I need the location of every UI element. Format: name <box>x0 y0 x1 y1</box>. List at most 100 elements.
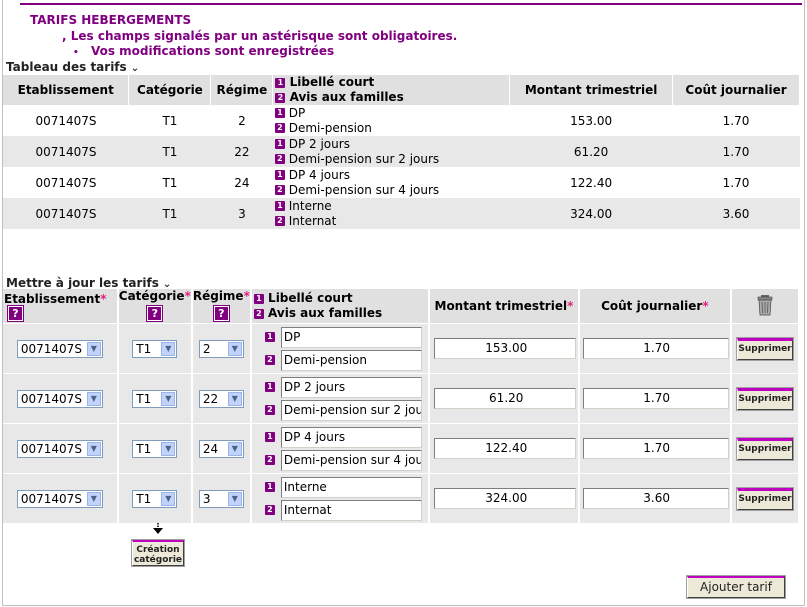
cell-libelle-avis: 1 Interne 2 Internat <box>272 198 510 229</box>
regime-select[interactable]: 22 ▼ <box>198 389 244 408</box>
categorie-select-value: T1 <box>136 391 152 406</box>
montant-input[interactable]: 324.00 <box>434 488 577 509</box>
chevron-down-icon[interactable]: ▼ <box>86 341 101 356</box>
categorie-select[interactable]: T1 ▼ <box>132 339 178 358</box>
regime-select[interactable]: 3 ▼ <box>198 489 244 508</box>
regime-select-value: 24 <box>202 441 219 456</box>
maj-col-etablissement-label: Etablissement <box>4 291 101 306</box>
cout-input[interactable]: 3.60 <box>582 488 729 509</box>
cell-libelle-avis: 1 DP 2 Demi-pension <box>273 105 510 136</box>
table-row: 0071407S ▼ T1 ▼ 22 ▼ 1 DP 2 jours 2 Demi-pens… <box>3 373 800 424</box>
badge-1-icon: 1 <box>253 293 264 304</box>
table-row: 0071407S T1 22 1 DP 2 jours 2 Demi-pensi… <box>3 136 800 167</box>
saved-note-text: Vos modifications sont enregistrées <box>90 44 335 58</box>
delete-button[interactable]: Supprimer <box>736 386 795 411</box>
categorie-select-value: T1 <box>136 441 152 456</box>
table-row: 0071407S ▼ T1 ▼ 24 ▼ 1 DP 4 jours 2 Demi-pens… <box>3 423 800 474</box>
regime-select[interactable]: 2 ▼ <box>198 339 244 358</box>
saved-note: • Vos modifications sont enregistrées <box>73 44 334 58</box>
libelle-input[interactable]: DP 2 jours <box>280 376 422 398</box>
chevron-down-icon[interactable]: ▼ <box>227 491 242 506</box>
add-tarif-button[interactable]: Ajouter tarif <box>686 575 786 599</box>
categorie-select[interactable]: T1 ▼ <box>132 439 178 458</box>
maj-col-montant: Montant trimestriel* <box>429 289 580 324</box>
avis-input[interactable]: Internat <box>280 499 422 521</box>
delete-button[interactable]: Supprimer <box>736 436 795 461</box>
col-regime: Régime <box>210 75 274 105</box>
cell-libelle: DP 4 jours <box>288 167 350 182</box>
cell-categorie: T1 ▼ <box>117 473 193 523</box>
col-avis: Avis aux familles <box>289 90 404 104</box>
chevron-down-icon[interactable]: ▼ <box>227 441 242 456</box>
cell-etablissement: 0071407S ▼ <box>3 423 119 474</box>
libelle-input[interactable]: Interne <box>280 476 422 498</box>
help-icon[interactable]: ? <box>7 304 24 322</box>
chevron-down-icon[interactable]: ▼ <box>86 491 101 506</box>
creation-categorie-label-2: catégorie <box>133 555 183 565</box>
chevron-down-icon[interactable]: ▼ <box>86 391 101 406</box>
etablissement-select[interactable]: 0071407S ▼ <box>16 339 103 358</box>
cell-delete: Supprimer <box>731 473 800 523</box>
help-icon[interactable]: ? <box>146 305 164 322</box>
tableau-section-title[interactable]: Tableau des tarifs ⌄ <box>6 60 139 74</box>
avis-input[interactable]: Demi-pension <box>280 349 422 371</box>
categorie-select[interactable]: T1 ▼ <box>132 489 178 508</box>
cell-cout: 3.60 <box>578 473 733 523</box>
chevron-down-icon[interactable]: ▼ <box>161 341 176 356</box>
etablissement-select[interactable]: 0071407S ▼ <box>16 389 103 408</box>
delete-button[interactable]: Supprimer <box>736 486 795 511</box>
chevron-down-icon[interactable]: ▼ <box>161 391 176 406</box>
cout-input[interactable]: 1.70 <box>582 388 729 409</box>
montant-input[interactable]: 61.20 <box>434 388 577 409</box>
libelle-input[interactable]: DP <box>280 326 422 348</box>
tarifs-table-header: Etablissement Catégorie Régime 1 Libellé… <box>3 75 800 105</box>
regime-select-value: 2 <box>202 341 211 356</box>
regime-select[interactable]: 24 ▼ <box>198 439 244 458</box>
chevron-down-icon[interactable]: ▼ <box>227 341 242 356</box>
avis-input[interactable]: Demi-pension sur 2 jours <box>280 399 422 421</box>
etablissement-select[interactable]: 0071407S ▼ <box>16 489 103 508</box>
badge-2-icon: 2 <box>264 355 275 365</box>
creation-categorie-button[interactable]: Création catégorie <box>131 539 185 567</box>
required-asterisk: * <box>100 291 107 306</box>
col-montant: Montant trimestriel <box>509 75 674 105</box>
bullet-comma-icon: , <box>62 29 67 43</box>
chevron-down-icon[interactable]: ▼ <box>161 491 176 506</box>
delete-button[interactable]: Supprimer <box>736 336 795 361</box>
cell-libelle-avis: 1 DP 2 Demi-pension <box>250 323 431 374</box>
help-icon[interactable]: ? <box>212 305 230 322</box>
montant-input[interactable]: 122.40 <box>434 438 577 459</box>
col-categorie: Catégorie <box>128 75 212 105</box>
cell-montant: 122.40 <box>429 423 580 474</box>
montant-input[interactable]: 153.00 <box>434 338 577 359</box>
cout-input[interactable]: 1.70 <box>582 338 729 359</box>
cell-categorie: T1 ▼ <box>117 373 193 424</box>
etablissement-select[interactable]: 0071407S ▼ <box>16 439 103 458</box>
cell-delete: Supprimer <box>731 423 800 474</box>
chevron-down-icon[interactable]: ▼ <box>161 441 176 456</box>
badge-2-icon: 2 <box>274 123 285 133</box>
cell-libelle: Interne <box>288 198 332 213</box>
cell-categorie: T1 <box>128 136 211 167</box>
cell-etablissement: 0071407S <box>3 198 129 229</box>
cout-input[interactable]: 1.70 <box>582 438 729 459</box>
categorie-select[interactable]: T1 ▼ <box>132 389 178 408</box>
bullet-dot-icon: • <box>73 48 79 58</box>
cell-categorie: T1 <box>162 113 178 128</box>
cell-libelle: DP <box>288 105 306 120</box>
cell-etablissement: 0071407S <box>35 175 97 190</box>
cell-libelle: DP 2 jours <box>288 136 350 151</box>
maj-col-montant-label: Montant trimestriel <box>434 299 568 313</box>
maj-section-title[interactable]: Mettre à jour les tarifs ⌄ <box>6 276 171 290</box>
chevron-down-icon[interactable]: ▼ <box>227 391 242 406</box>
chevron-down-icon[interactable]: ⌄ <box>131 63 139 74</box>
cell-libelle-avis: 1 Interne 2 Internat <box>250 473 431 523</box>
libelle-input[interactable]: DP 4 jours <box>280 426 422 448</box>
avis-input[interactable]: Demi-pension sur 4 jours <box>280 449 422 471</box>
maj-col-categorie: Catégorie* ? <box>117 289 193 324</box>
cell-regime: 24 <box>234 175 250 190</box>
table-row: 0071407S T1 24 1 DP 4 jours 2 Demi-pensi… <box>3 167 800 198</box>
chevron-down-icon[interactable]: ▼ <box>86 441 101 456</box>
cell-regime: 2 ▼ <box>191 323 252 374</box>
cell-cout: 3.60 <box>672 198 800 229</box>
